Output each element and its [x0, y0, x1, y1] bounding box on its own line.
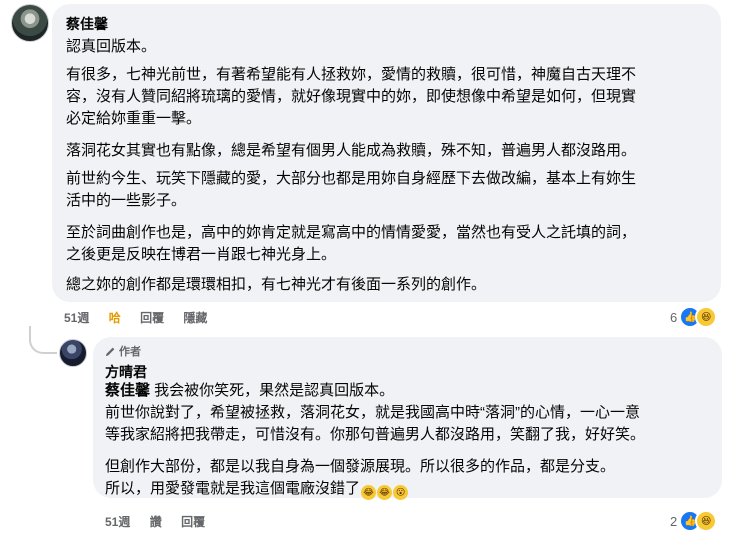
- reply-actions: 51週 讚 回覆: [105, 513, 221, 530]
- comment-paragraph: 有很多，七神光前世，有著希望能有人拯救妳，愛情的救贖，很可惜，神魔自古天理不 容…: [66, 66, 637, 127]
- reply-button[interactable]: 回覆: [181, 513, 205, 530]
- comment-paragraph: 至於詞曲創作也是，高中的妳肯定就是寫高中的情情愛愛，當然也有受人之託填的詞， 之…: [66, 224, 637, 263]
- comment-paragraph: 總之妳的創作都是環環相扣，有七神光才有後面一系列的創作。: [66, 276, 487, 293]
- haha-icon: 😆: [695, 510, 718, 532]
- reply-text: 我会被你笑死，果然是認真回版本。: [150, 382, 395, 399]
- reaction-summary[interactable]: 6 👍 😆: [670, 306, 718, 328]
- comment-actions: 51週 哈 回覆 隱藏: [64, 309, 223, 326]
- reply-paragraph-last: 但創作大部份，都是以我自身為一個發源展現。所以很多的作品，都是分支。 所以，用愛…: [105, 456, 705, 500]
- pencil-icon: [105, 347, 115, 356]
- comment-paragraph: 認真回版本。: [66, 38, 157, 55]
- rofl-emoji: 😂: [361, 485, 377, 500]
- reply-avatar[interactable]: [59, 339, 87, 367]
- thread-connector: [29, 326, 57, 354]
- comment-timestamp[interactable]: 51週: [64, 309, 89, 326]
- reply-button[interactable]: 回覆: [140, 309, 164, 326]
- comment-paragraph: 前世約今生、玩笑下隱藏的愛，大部分也都是用妳自身經歷下去做改編，基本上有妳生 活…: [66, 170, 637, 209]
- comment-author[interactable]: 蔡佳馨: [66, 14, 108, 34]
- reply-timestamp[interactable]: 51週: [105, 513, 130, 530]
- reply-paragraph-text: 但創作大部份，都是以我自身為一個發源展現。所以很多的作品，都是分支。 所以，用愛…: [105, 458, 616, 497]
- reply-author[interactable]: 方晴君: [105, 362, 147, 382]
- haha-icon: 😆: [695, 306, 718, 328]
- reply-first-line: 蔡佳馨 我会被你笑死，果然是認真回版本。: [105, 380, 705, 402]
- like-button[interactable]: 讚: [150, 513, 162, 530]
- rofl-emoji: 😂: [377, 485, 393, 500]
- reaction-count: 2: [670, 513, 678, 529]
- hush-emoji: 😮: [393, 485, 409, 500]
- mention-link[interactable]: 蔡佳馨: [105, 382, 150, 399]
- hide-button[interactable]: 隱藏: [183, 309, 207, 326]
- comment-paragraph: 落洞花女其實也有點像，總是希望有個男人能成為救贖，殊不知，普遍男人都沒路用。: [66, 142, 637, 159]
- reply-reaction-summary[interactable]: 2 👍 😆: [670, 510, 718, 532]
- react-button[interactable]: 哈: [109, 309, 121, 326]
- reaction-count: 6: [670, 309, 678, 325]
- author-badge: 作者: [105, 343, 141, 359]
- reply-bubble: 作者 方晴君 蔡佳馨 我会被你笑死，果然是認真回版本。 前世你說對了，希望被拯救…: [93, 337, 722, 500]
- comment-bubble: 蔡佳馨 認真回版本。 有很多，七神光前世，有著希望能有人拯救妳，愛情的救贖，很可…: [52, 4, 721, 302]
- comment-avatar[interactable]: [11, 4, 49, 42]
- author-badge-label: 作者: [119, 346, 141, 358]
- reply-paragraph: 前世你說對了，希望被拯救，落洞花女，就是我國高中時“落洞”的心情，一心一意 等我…: [105, 404, 646, 443]
